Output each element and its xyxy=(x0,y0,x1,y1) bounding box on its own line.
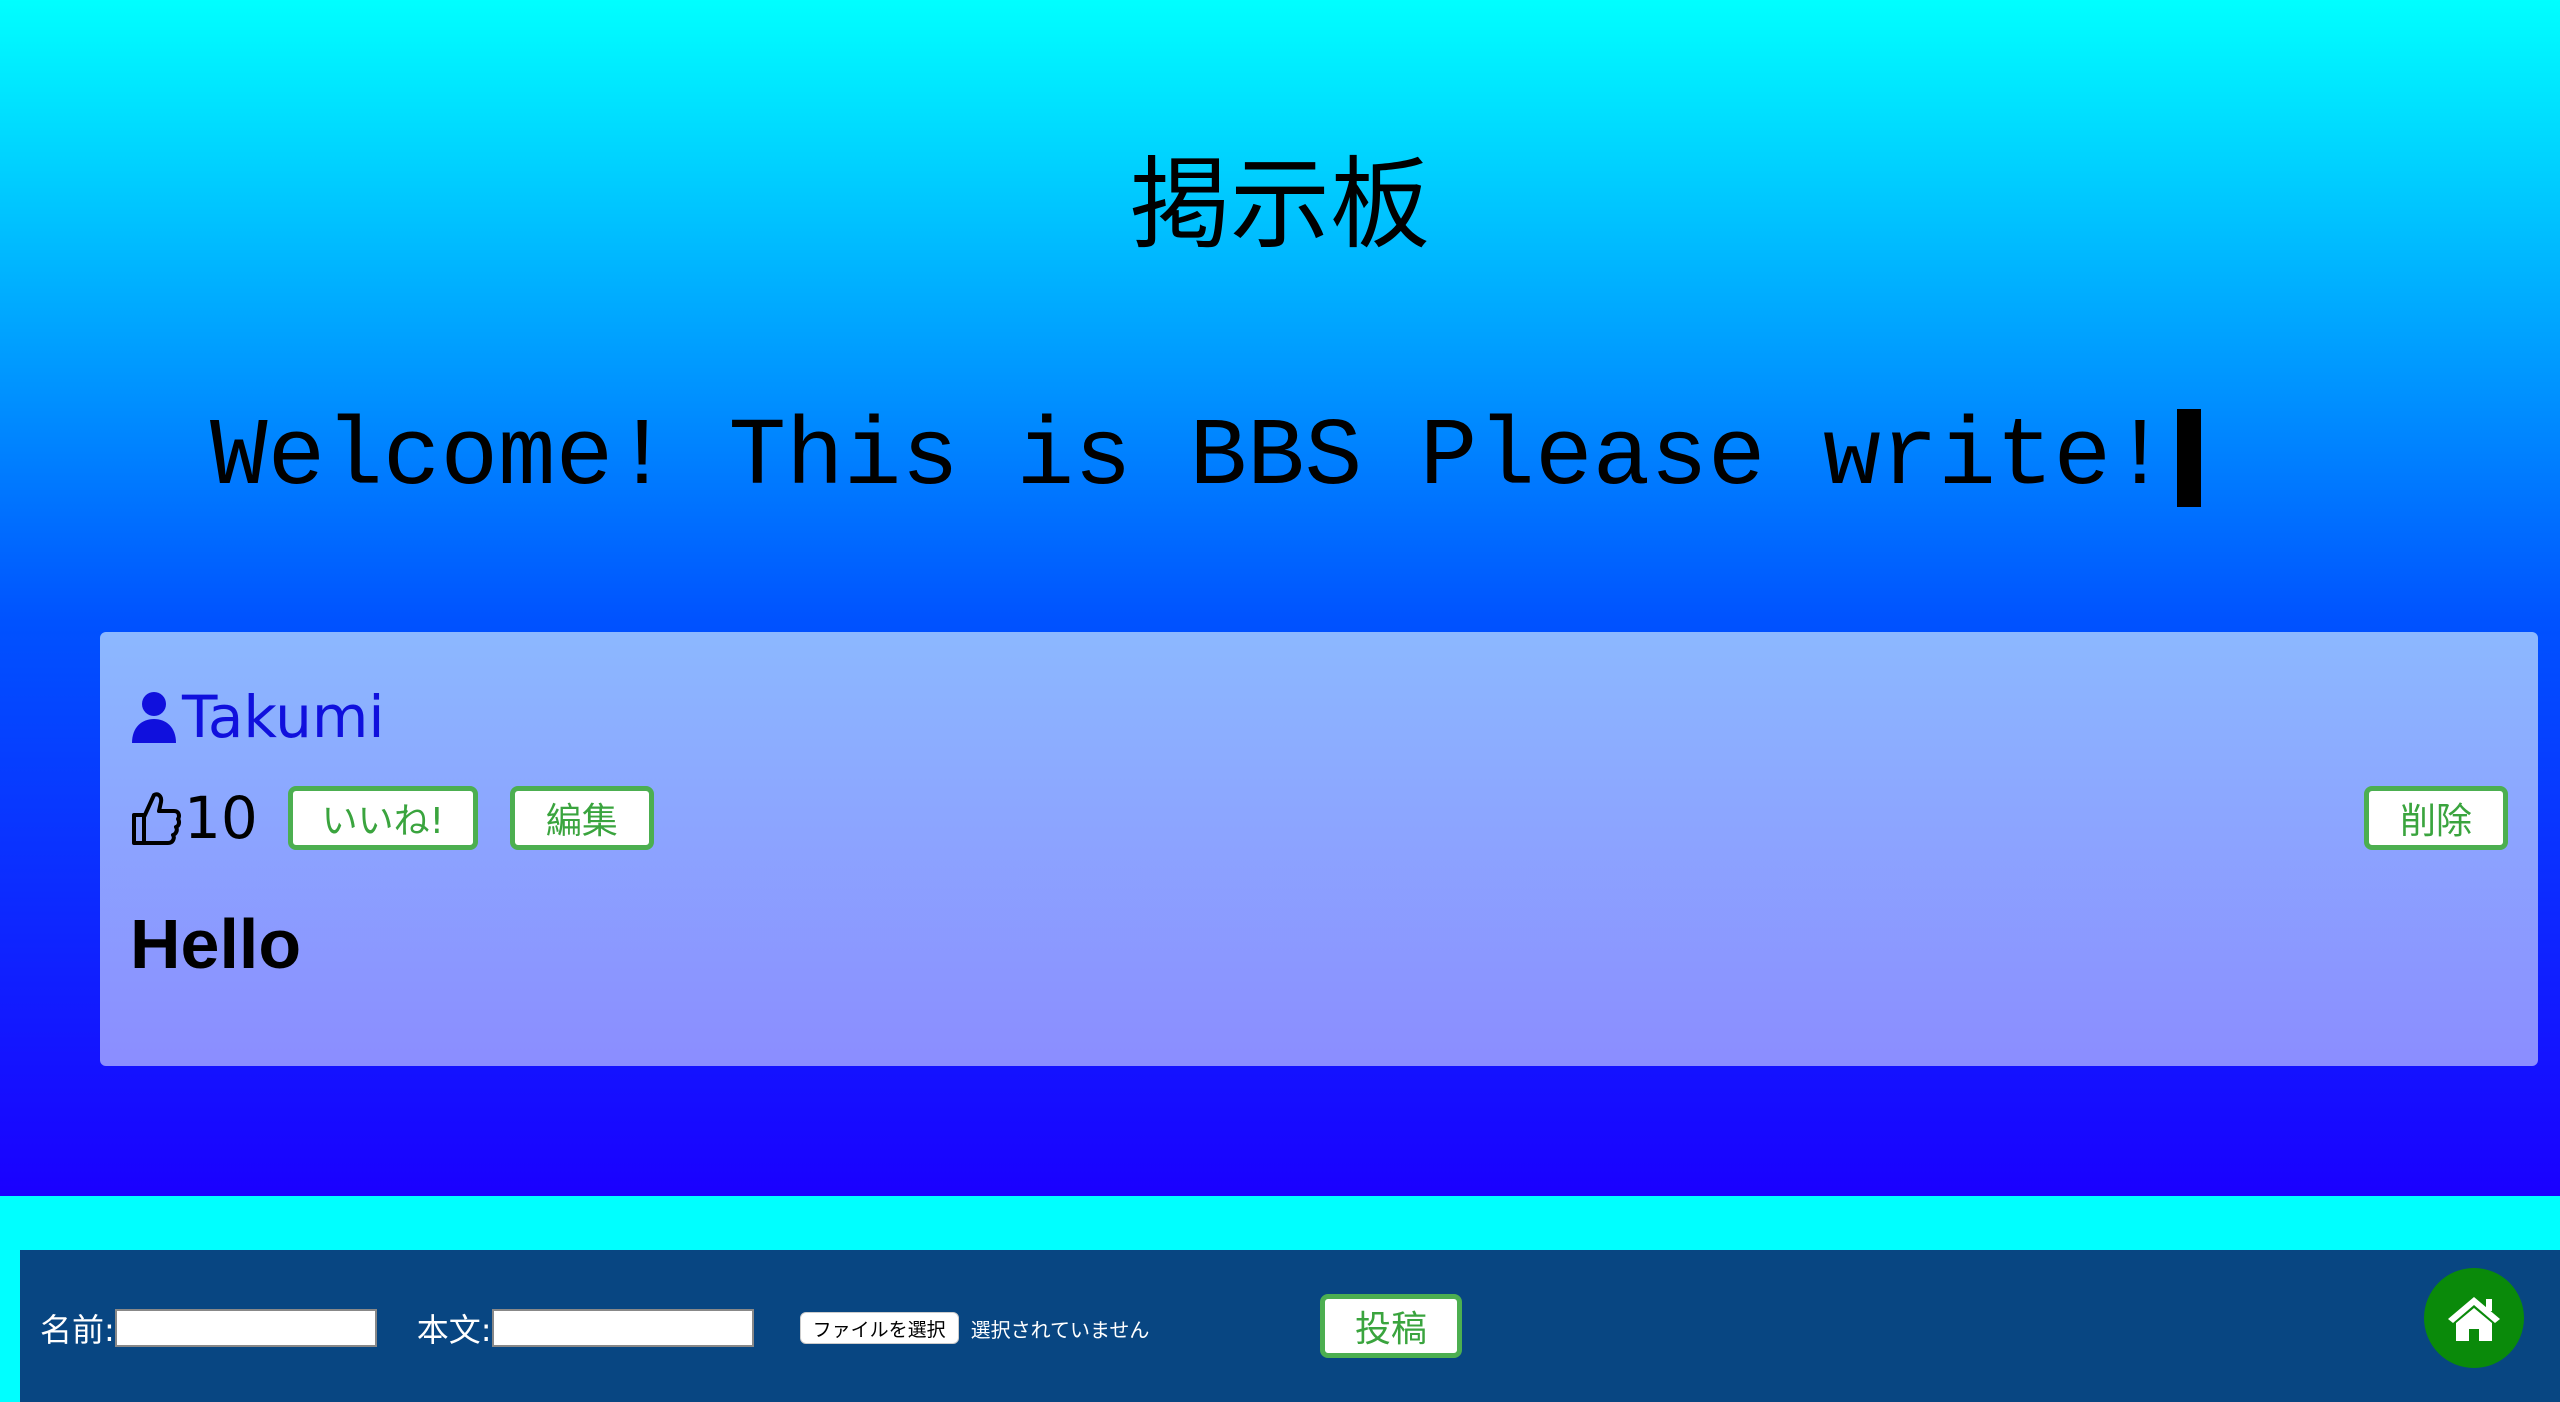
name-input[interactable] xyxy=(114,1309,377,1347)
home-button[interactable] xyxy=(2424,1268,2524,1368)
home-icon xyxy=(2448,1297,2500,1341)
post-form: 名前: 本文: ファイルを選択 選択されていません xyxy=(40,1306,1149,1350)
welcome-text: Welcome! This is BBS Please write! xyxy=(210,403,2169,512)
body-input[interactable] xyxy=(491,1309,754,1347)
user-icon xyxy=(132,692,176,743)
thumbs-up-icon xyxy=(132,792,182,845)
author-name: Takumi xyxy=(182,683,385,751)
post-actions: 10 いいね! 編集 xyxy=(130,784,654,852)
file-select-button[interactable]: ファイルを選択 xyxy=(799,1312,959,1344)
post-card: Takumi 10 いいね! 編集 削除 Hello xyxy=(100,632,2538,1066)
like-count: 10 xyxy=(130,784,258,852)
edit-button[interactable]: 編集 xyxy=(509,786,654,850)
body-label: 本文: xyxy=(416,1311,492,1349)
welcome-message: Welcome! This is BBS Please write! xyxy=(210,408,2201,508)
typing-cursor xyxy=(2176,409,2201,507)
post-form-footer: 名前: 本文: ファイルを選択 選択されていません 投稿 xyxy=(20,1250,2560,1402)
main-area: 掲示板 Welcome! This is BBS Please write! T… xyxy=(0,0,2560,1196)
name-label: 名前: xyxy=(40,1311,115,1349)
post-body: Hello xyxy=(130,905,302,983)
submit-button[interactable]: 投稿 xyxy=(1320,1294,1462,1358)
post-author: Takumi xyxy=(130,682,385,752)
like-button[interactable]: いいね! xyxy=(287,786,478,850)
page-title: 掲示板 xyxy=(1130,146,1430,263)
file-status: 選択されていません xyxy=(970,1317,1150,1342)
like-count-value: 10 xyxy=(184,784,258,852)
delete-button[interactable]: 削除 xyxy=(2364,786,2508,850)
